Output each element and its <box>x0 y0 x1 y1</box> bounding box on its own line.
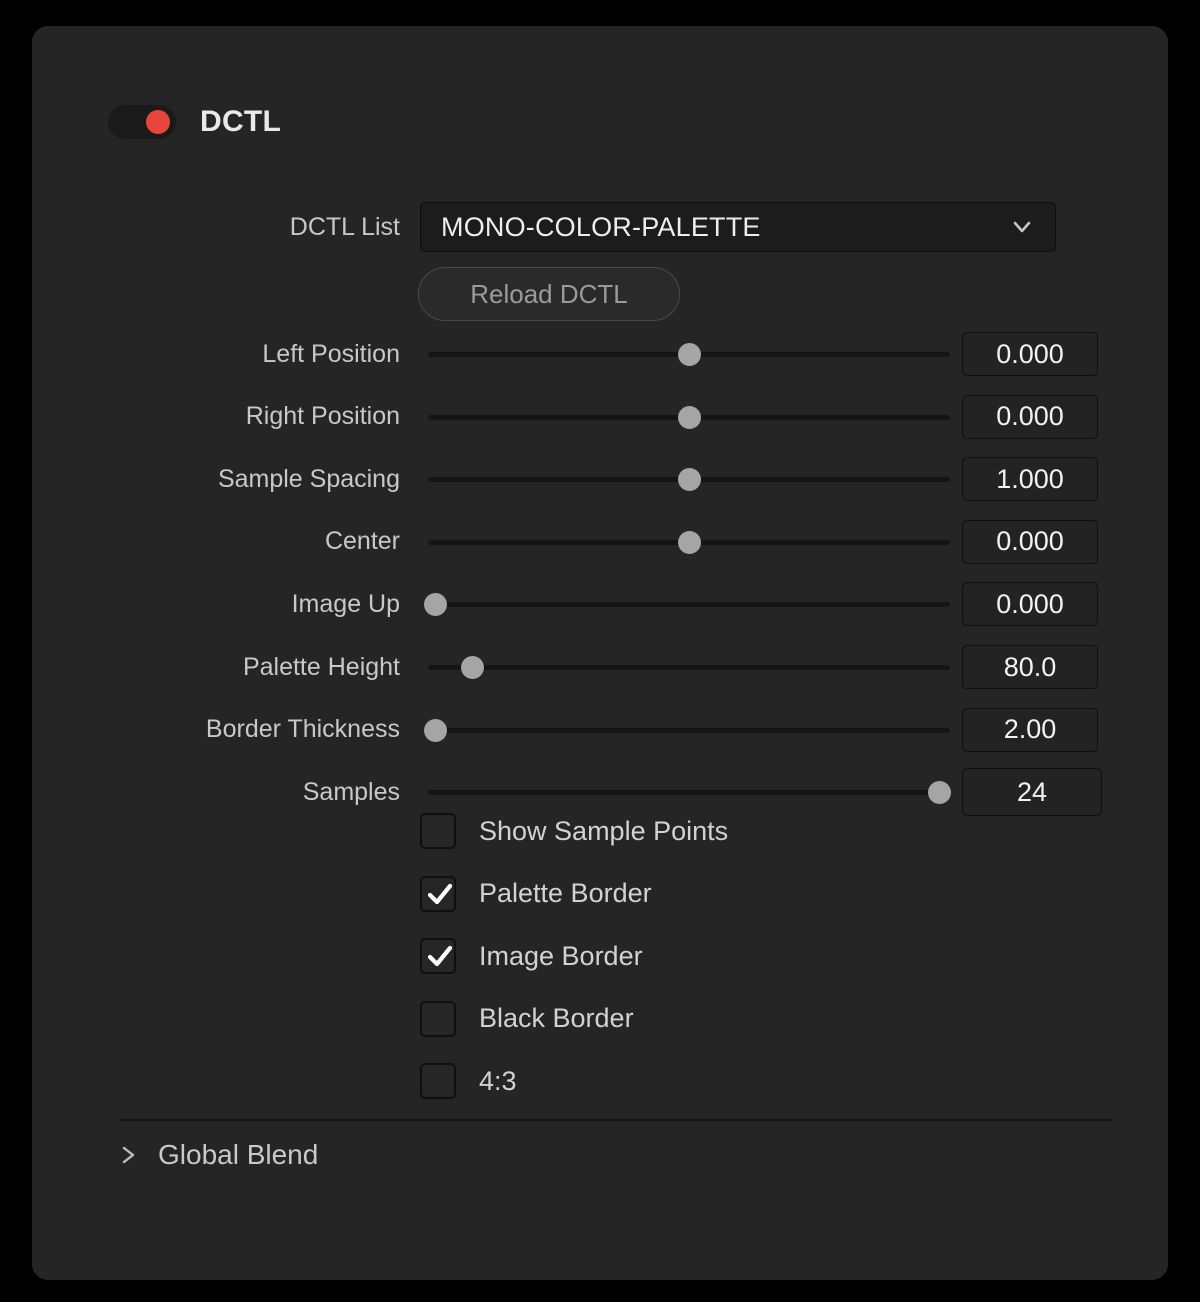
global-blend-section[interactable]: Global Blend <box>120 1139 318 1171</box>
slider-label: Border Thickness <box>205 715 400 744</box>
slider-control[interactable] <box>428 519 950 565</box>
slider-value-field[interactable]: 0.000 <box>962 394 1098 439</box>
slider-row: Sample Spacing 1.000 <box>32 456 1168 502</box>
checkbox-unchecked-icon[interactable] <box>420 1000 456 1037</box>
slider-control[interactable] <box>428 331 950 377</box>
slider-handle[interactable] <box>677 343 701 366</box>
checkbox-label: Black Border <box>479 1003 634 1034</box>
slider-value-field[interactable]: 0.000 <box>962 582 1098 627</box>
slider-control[interactable] <box>424 581 950 627</box>
slider-row: Samples 24 <box>32 768 1168 817</box>
slider-control[interactable] <box>428 456 950 502</box>
slider-handle[interactable] <box>928 781 952 805</box>
slider-label: Right Position <box>245 402 400 431</box>
slider-row: Left Position 0.000 <box>32 331 1168 377</box>
slider-handle[interactable] <box>677 405 701 429</box>
slider-value-field[interactable]: 0.000 <box>962 332 1098 376</box>
slider-label: Samples <box>302 777 400 806</box>
slider-value-field[interactable]: 24 <box>962 768 1102 817</box>
checkbox-unchecked-icon[interactable] <box>420 1063 456 1100</box>
slider-label: Left Position <box>262 339 400 368</box>
slider-control[interactable] <box>424 707 950 753</box>
slider-row: Palette Height 80.0 <box>32 644 1168 690</box>
dctl-enable-toggle[interactable] <box>108 105 176 139</box>
slider-control[interactable] <box>428 769 952 815</box>
slider-track[interactable] <box>428 790 950 796</box>
checkbox-label: Show Sample Points <box>479 815 729 846</box>
dctl-list-dropdown[interactable]: MONO-COLOR-PALETTE <box>420 202 1056 252</box>
dctl-panel: DCTL DCTL List MONO-COLOR-PALETTE Reload… <box>32 26 1168 1280</box>
checkbox-checked-icon[interactable] <box>420 875 456 912</box>
toggle-knob <box>146 110 170 134</box>
slider-row: Center 0.000 <box>32 519 1168 565</box>
checkbox-row[interactable]: 4:3 <box>420 1060 517 1102</box>
chevron-down-icon <box>1011 216 1033 238</box>
checkbox-row[interactable]: Palette Border <box>420 873 652 915</box>
slider-handle[interactable] <box>677 530 701 554</box>
checkbox-label: 4:3 <box>479 1065 517 1096</box>
chevron-right-icon <box>120 1143 138 1167</box>
checkbox-row[interactable]: Image Border <box>420 935 643 977</box>
slider-track[interactable] <box>428 665 950 670</box>
checkbox-row[interactable]: Show Sample Points <box>420 810 728 852</box>
checkbox-row[interactable]: Black Border <box>420 998 634 1040</box>
slider-handle[interactable] <box>424 718 448 742</box>
slider-handle[interactable] <box>460 656 484 679</box>
slider-control[interactable] <box>428 394 950 440</box>
dctl-list-value: MONO-COLOR-PALETTE <box>441 211 761 242</box>
slider-row: Border Thickness 2.00 <box>32 707 1168 753</box>
slider-label: Center <box>324 527 400 556</box>
slider-handle[interactable] <box>424 593 448 617</box>
reload-row: Reload DCTL <box>32 267 1168 321</box>
slider-row: Image Up 0.000 <box>32 581 1168 627</box>
checkbox-checked-icon[interactable] <box>420 938 456 975</box>
slider-control[interactable] <box>428 644 950 690</box>
dctl-list-label: DCTL List <box>289 212 400 241</box>
slider-label: Sample Spacing <box>217 464 400 493</box>
slider-row: Right Position 0.000 <box>32 394 1168 440</box>
checkbox-label: Palette Border <box>479 878 652 909</box>
slider-value-field[interactable]: 1.000 <box>962 457 1098 502</box>
slider-label: Palette Height <box>242 652 400 681</box>
slider-value-field[interactable]: 0.000 <box>962 519 1098 564</box>
panel-header: DCTL <box>108 105 281 139</box>
slider-track[interactable] <box>428 602 950 608</box>
dctl-list-row: DCTL List MONO-COLOR-PALETTE <box>32 202 1168 252</box>
checkbox-label: Image Border <box>479 940 643 971</box>
slider-track[interactable] <box>428 727 950 733</box>
slider-value-field[interactable]: 80.0 <box>962 645 1098 689</box>
section-divider <box>118 1119 1113 1121</box>
reload-dctl-button[interactable]: Reload DCTL <box>418 267 680 321</box>
checkbox-unchecked-icon[interactable] <box>420 813 456 849</box>
slider-label: Image Up <box>291 589 400 618</box>
panel-title: DCTL <box>200 105 282 138</box>
slider-value-field[interactable]: 2.00 <box>962 707 1098 752</box>
slider-handle[interactable] <box>677 468 701 492</box>
global-blend-label: Global Blend <box>158 1139 319 1170</box>
